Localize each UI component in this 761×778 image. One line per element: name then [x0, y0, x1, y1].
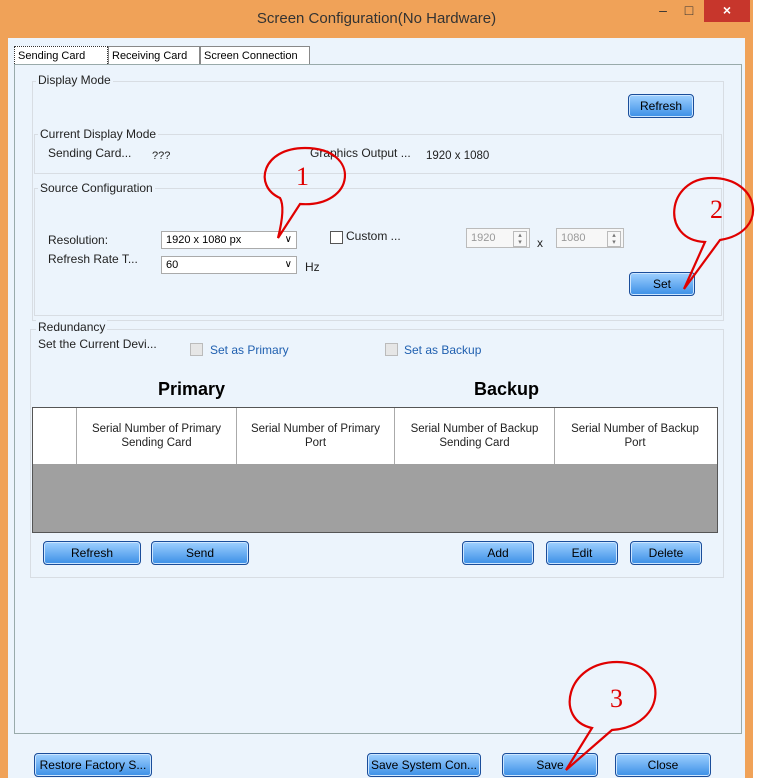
callout-1-number: 1	[296, 162, 309, 191]
custom-checkbox[interactable]	[330, 231, 343, 244]
spin-arrows-icon[interactable]: ▴ ▾	[607, 231, 621, 247]
set-backup-checkbox[interactable]	[385, 343, 398, 356]
minimize-icon[interactable]: –	[650, 0, 676, 22]
display-mode-title: Display Mode	[36, 73, 113, 87]
maximize-icon[interactable]: □	[676, 0, 702, 22]
width-value: 1920	[471, 232, 496, 244]
close-icon[interactable]: ×	[704, 0, 750, 22]
width-stepper[interactable]: 1920 ▴ ▾	[466, 228, 530, 248]
backup-heading: Backup	[474, 379, 540, 399]
primary-heading: Primary	[158, 379, 226, 399]
tab-receiving-card[interactable]: Receiving Card	[108, 46, 200, 64]
callout-3-number: 3	[610, 684, 623, 713]
save-button[interactable]: Save	[502, 753, 598, 777]
edit-button[interactable]: Edit	[546, 541, 618, 565]
tab-sending-card[interactable]: Sending Card	[14, 46, 108, 64]
sending-card-label: Sending Card...	[48, 146, 132, 160]
title-bar: Screen Configuration(No Hardware) – □ ×	[0, 0, 753, 38]
restore-factory-button[interactable]: Restore Factory S...	[34, 753, 152, 777]
send-button[interactable]: Send	[151, 541, 249, 565]
refresh-rate-select[interactable]: 60 ∨	[161, 256, 297, 274]
save-system-config-button[interactable]: Save System Con...	[367, 753, 481, 777]
spin-arrows-icon[interactable]: ▴ ▾	[513, 231, 527, 247]
redundancy-table[interactable]: Serial Number of Primary Sending Card Se…	[32, 407, 718, 533]
custom-label: Custom ...	[346, 229, 401, 243]
display-refresh-button[interactable]: Refresh	[628, 94, 694, 118]
graphics-output-value: 1920 x 1080	[426, 150, 490, 162]
delete-button[interactable]: Delete	[630, 541, 702, 565]
set-current-device-label: Set the Current Devi...	[38, 337, 157, 351]
resolution-value: 1920 x 1080 px	[166, 234, 242, 246]
add-button[interactable]: Add	[462, 541, 534, 565]
tab-screen-connection[interactable]: Screen Connection	[200, 46, 310, 64]
table-header: Serial Number of Primary Sending Card Se…	[33, 408, 717, 464]
column-header[interactable]: Serial Number of Primary Sending Card	[77, 408, 237, 464]
set-primary-checkbox[interactable]	[190, 343, 203, 356]
set-backup-label: Set as Backup	[404, 343, 482, 357]
window-title: Screen Configuration(No Hardware)	[256, 10, 497, 27]
redundancy-title: Redundancy	[36, 320, 108, 334]
column-header[interactable]: Serial Number of Backup Port	[555, 408, 715, 464]
close-button[interactable]: Close	[615, 753, 711, 777]
height-value: 1080	[561, 232, 586, 244]
x-label: x	[537, 236, 543, 250]
graphics-output-label: Graphics Output ...	[310, 146, 411, 160]
redundancy-refresh-button[interactable]: Refresh	[43, 541, 141, 565]
refresh-rate-label: Refresh Rate T...	[48, 252, 138, 266]
current-display-title: Current Display Mode	[38, 127, 159, 141]
callout-2-number: 2	[710, 195, 723, 224]
row-selector-header	[33, 408, 77, 464]
column-header[interactable]: Serial Number of Primary Port	[237, 408, 395, 464]
set-primary-label: Set as Primary	[210, 343, 289, 357]
set-button[interactable]: Set	[629, 272, 695, 296]
chevron-down-icon: ∨	[284, 234, 292, 245]
source-config-title: Source Configuration	[38, 181, 155, 195]
column-header[interactable]: Serial Number of Backup Sending Card	[395, 408, 555, 464]
sending-card-value: ???	[152, 150, 171, 162]
height-stepper[interactable]: 1080 ▴ ▾	[556, 228, 624, 248]
refresh-rate-value: 60	[166, 259, 179, 271]
hz-label: Hz	[305, 260, 320, 274]
resolution-label: Resolution:	[48, 233, 109, 247]
resolution-select[interactable]: 1920 x 1080 px ∨	[161, 231, 297, 249]
chevron-down-icon: ∨	[284, 259, 292, 270]
